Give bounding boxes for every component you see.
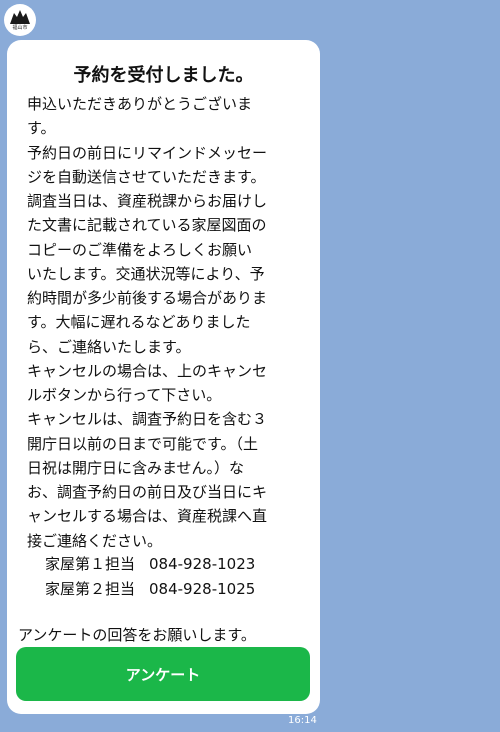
survey-button[interactable]: アンケート — [16, 647, 310, 701]
contact-label: 家屋第２担当 — [45, 580, 136, 598]
message-timestamp: 16:14 — [288, 715, 317, 726]
contact-label: 家屋第１担当 — [45, 555, 136, 573]
message-body-line: キャンセルは、調査予約日を含む３ — [27, 410, 268, 429]
message-bubble: 予約を受付しました。 申込いただきありがとうございま す。予約日の前日にリマインド… — [7, 40, 320, 714]
message-body-line: 約時間が多少前後する場合がありま — [27, 289, 268, 307]
sender-avatar[interactable]: 福山市 — [4, 4, 36, 36]
message-body-line: お、調査予約日の前日及び当日にキ — [27, 483, 268, 501]
contact-row-1: 家屋第１担当 084-928-1023 — [45, 553, 255, 575]
message-body-line: 申込いただきありがとうございま — [27, 95, 253, 113]
message-body-line: 調査当日は、資産税課からお届けし — [27, 192, 268, 210]
message-body-line: ジを自動送信させていただきます。 — [27, 167, 266, 186]
message-title: 予約を受付しました。 — [73, 65, 254, 86]
message-body-line: 接ご連絡ください。 — [27, 531, 163, 550]
message-body-line: ら、ご連絡いたします。 — [27, 337, 191, 356]
message-body-line: す。 — [27, 119, 56, 138]
message-body-line: 予約日の前日にリマインドメッセー — [27, 143, 268, 162]
contact-phone[interactable]: 084-928-1025 — [149, 580, 255, 598]
message-body: 申込いただきありがとうございま す。予約日の前日にリマインドメッセー ジを自動送信さ… — [27, 92, 267, 553]
castle-logo-icon — [10, 10, 30, 24]
message-body-line: ャンセルする場合は、資産税課へ直 — [27, 507, 268, 526]
message-body-line: す。大幅に遅れるなどありました — [27, 313, 251, 332]
message-body-line: た文書に記載されている家屋図面の — [27, 216, 267, 235]
contact-phone[interactable]: 084-928-1023 — [149, 555, 255, 573]
message-body-line: キャンセルの場合は、上のキャンセ — [27, 361, 268, 380]
message-body-line: コピーのご準備をよろしくお願い — [27, 240, 253, 259]
message-body-line: ルボタンから行って下さい。 — [27, 386, 222, 404]
message-body-line: いたします。交通状況等により、予 — [27, 264, 265, 283]
avatar-label: 福山市 — [12, 25, 28, 31]
message-body-line: 開庁日以前の日まで可能です。（土 — [27, 434, 259, 453]
survey-note: アンケートの回答をお願いします。 — [18, 626, 256, 644]
contact-row-2: 家屋第２担当 084-928-1025 — [45, 578, 255, 600]
message-body-line: 日祝は開庁日に含みません。）な — [27, 458, 245, 477]
